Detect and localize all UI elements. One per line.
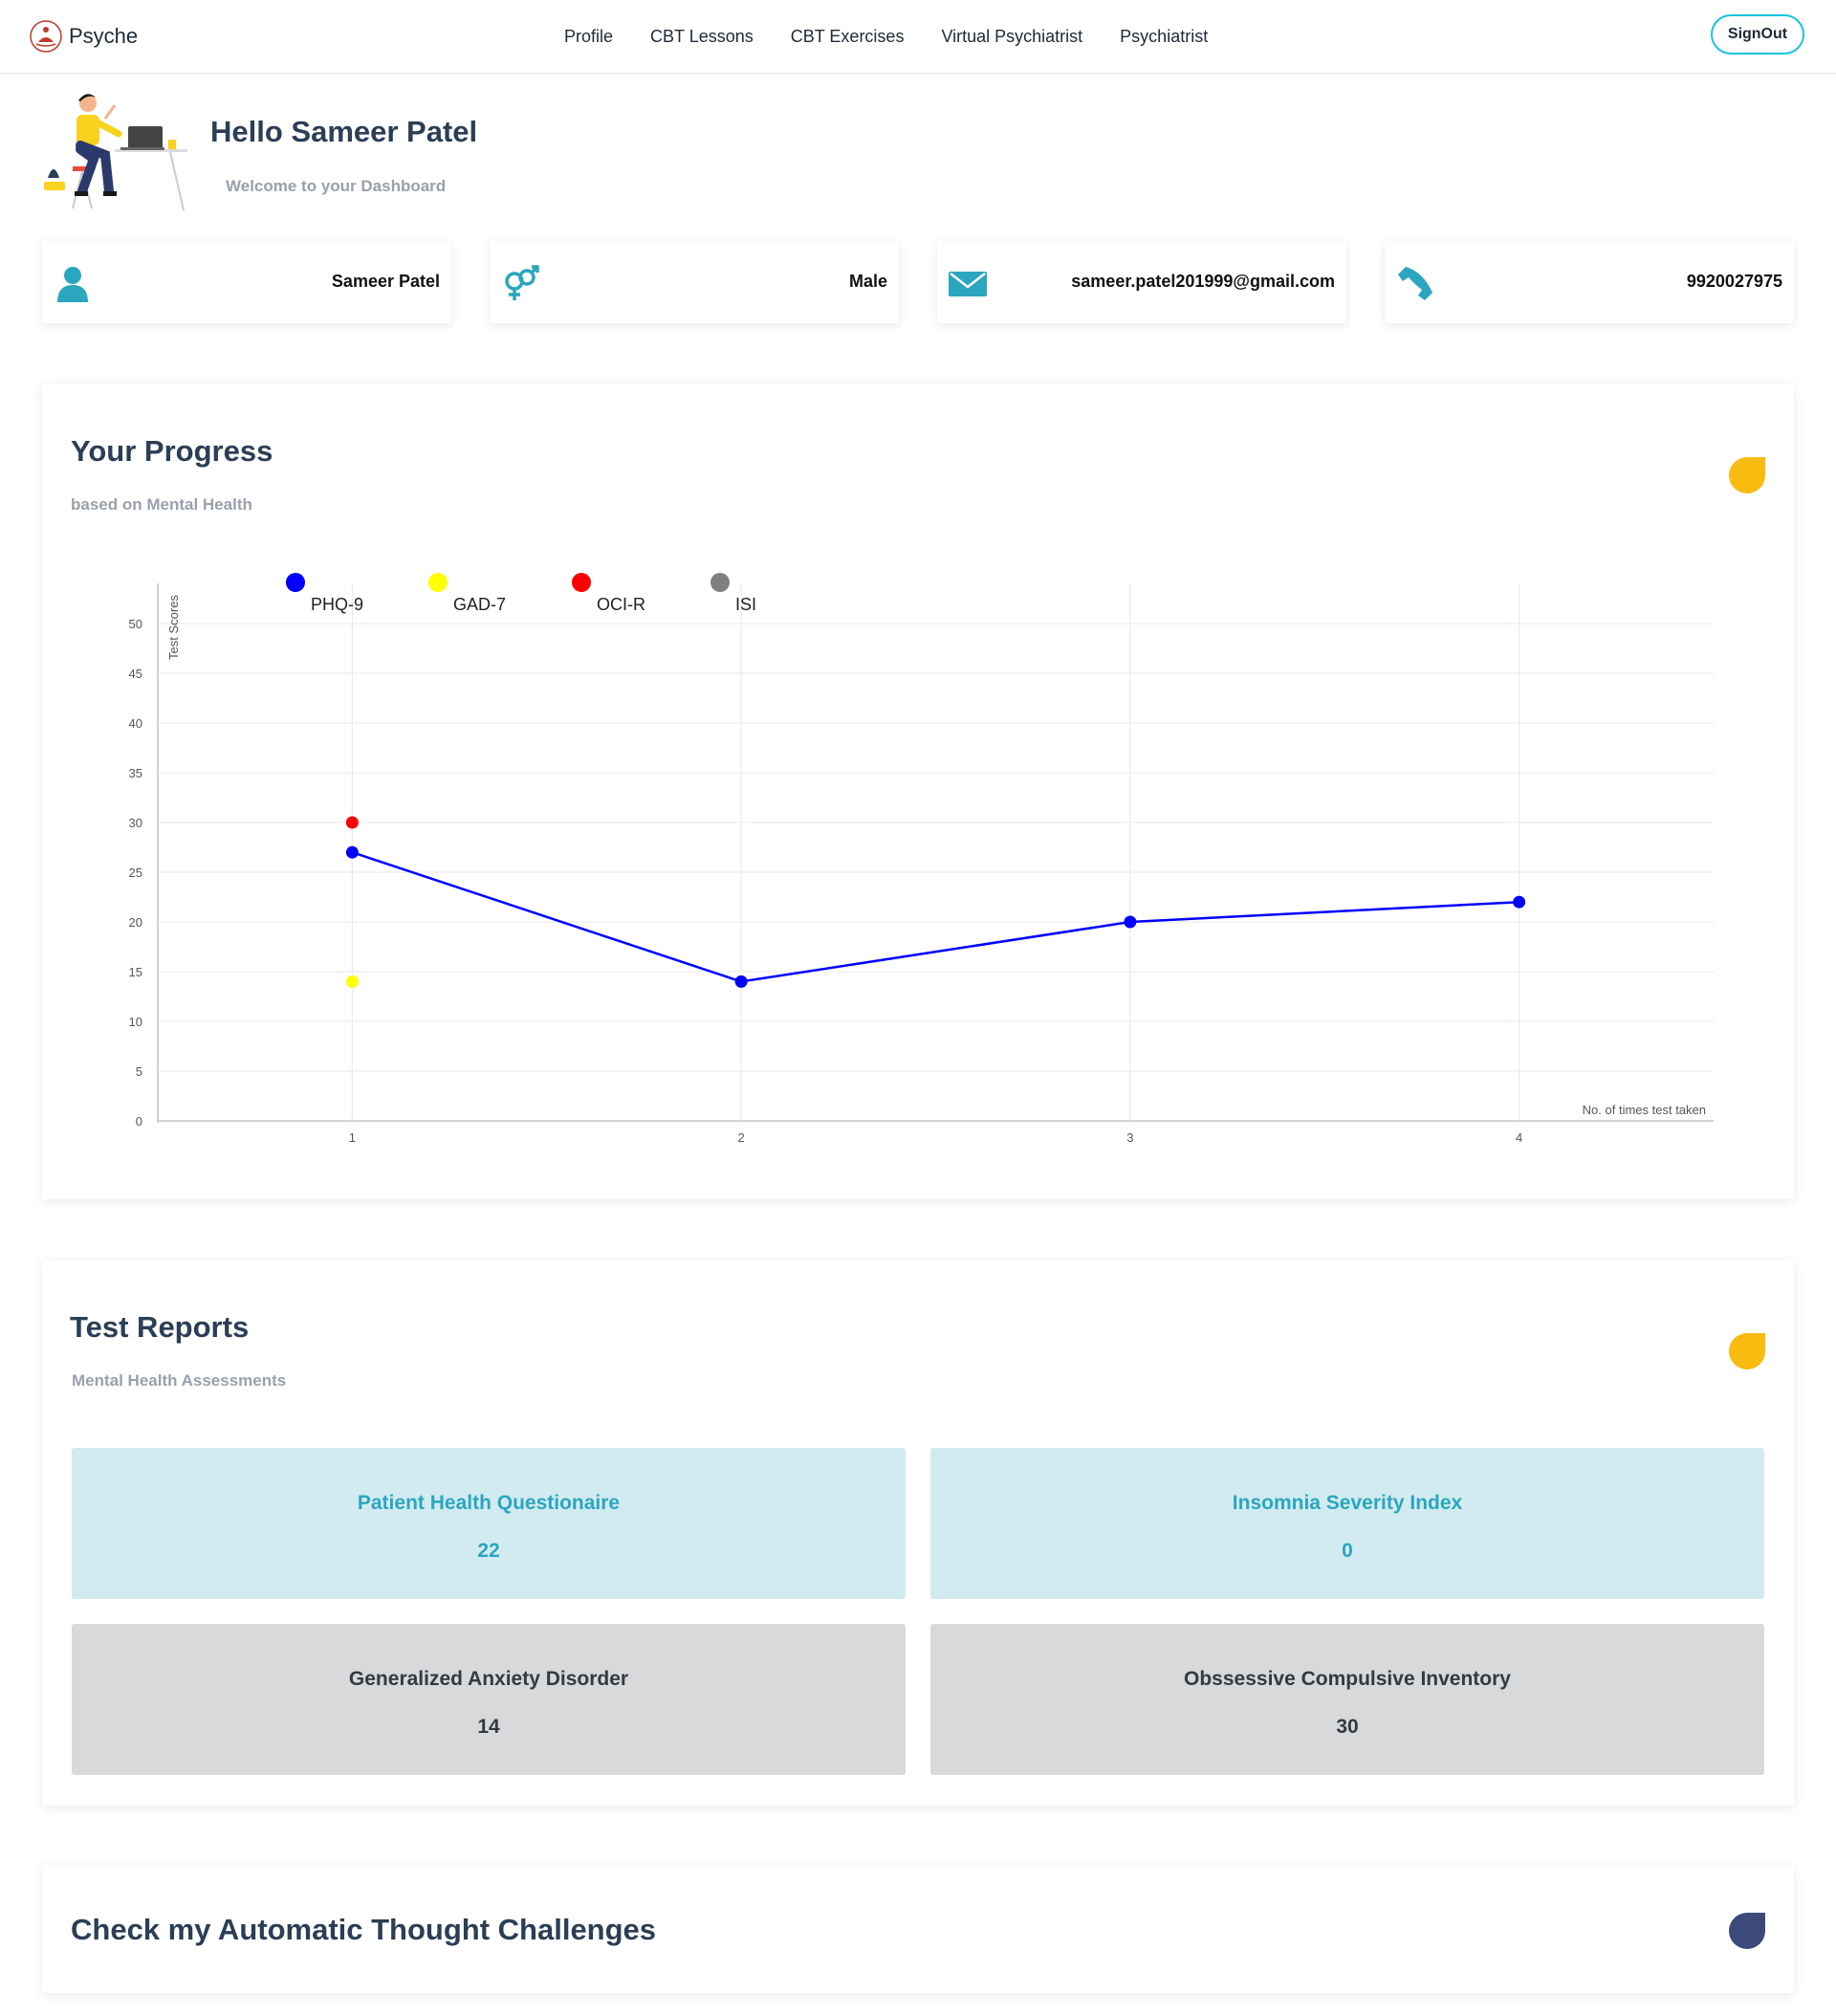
y-tick-label: 20 [129,915,142,930]
report-tile-gad[interactable]: Generalized Anxiety Disorder 14 [72,1624,906,1775]
nav-link-psychiatrist[interactable]: Psychiatrist [1120,27,1208,47]
brand-logo-icon [30,20,62,53]
x-tick-label: 2 [738,1130,745,1145]
y-axis-label: Test Scores [166,595,181,660]
gender-icon [505,265,539,300]
phone-icon [1398,267,1432,300]
info-gender-value: Male [848,272,887,291]
y-tick-label: 35 [129,766,142,780]
report-tile-name: Obssessive Compulsive Inventory [1184,1668,1511,1690]
x-tick-label: 4 [1516,1130,1522,1145]
nav-links: Profile CBT Lessons CBT Exercises Virtua… [564,0,1245,73]
x-axis-label: No. of times test taken [1583,1103,1706,1117]
data-point-phq-9 [734,975,748,988]
legend-label-oci-r: OCI-R [597,595,645,614]
data-point-phq-9 [1124,915,1137,929]
nav-link-cbt-lessons[interactable]: CBT Lessons [650,27,754,47]
y-tick-label: 15 [129,965,142,979]
report-tile-isi[interactable]: Insomnia Severity Index 0 [930,1448,1764,1599]
report-tile-oci[interactable]: Obssessive Compulsive Inventory 30 [930,1624,1764,1775]
y-tick-label: 5 [136,1064,142,1079]
reports-badge-icon [1729,1333,1765,1370]
greeting-heading: Hello Sameer Patel [210,115,478,148]
thoughts-badge-icon [1729,1913,1765,1949]
welcome-subtitle: Welcome to your Dashboard [226,177,447,195]
info-card-name: Sameer Patel [42,241,451,323]
report-tile-value: 14 [477,1716,500,1738]
report-tile-value: 22 [477,1540,500,1562]
signout-button[interactable]: SignOut [1711,14,1804,55]
legend-marker-gad-7 [428,573,448,592]
info-card-gender: Male [490,241,899,323]
report-tile-value: 0 [1342,1540,1353,1562]
info-phone-value: 9920027975 [1686,272,1782,291]
report-tile-value: 30 [1336,1716,1359,1738]
report-tile-name: Patient Health Questionaire [357,1492,621,1514]
data-point-phq-9 [1513,895,1526,909]
info-email-value: sameer.patel201999@gmail.com [1071,272,1335,291]
navbar: Psyche Profile CBT Lessons CBT Exercises… [0,0,1836,74]
y-tick-label: 30 [129,816,142,830]
info-card-email: sameer.patel201999@gmail.com [937,241,1346,323]
legend-label-phq-9: PHQ-9 [311,595,363,614]
series-line-phq-9 [351,851,1519,983]
progress-panel: Your Progress based on Mental Health 051… [42,384,1794,1199]
info-name-value: Sameer Patel [331,272,440,291]
thoughts-title: Check my Automatic Thought Challenges [71,1913,657,1946]
legend-marker-isi [710,573,730,592]
user-icon [57,267,88,302]
envelope-icon [949,272,987,296]
y-tick-label: 50 [129,617,142,631]
y-tick-label: 25 [129,866,142,880]
person-at-desk-illustration [44,94,187,211]
brand[interactable]: Psyche [29,17,138,55]
report-tile-name: Generalized Anxiety Disorder [348,1668,629,1690]
y-tick-label: 45 [129,667,142,681]
brand-name: Psyche [69,24,139,48]
legend-label-gad-7: GAD-7 [453,595,506,614]
y-tick-label: 0 [136,1114,142,1129]
y-tick-label: 10 [129,1015,142,1029]
x-tick-label: 1 [349,1130,356,1145]
legend-marker-oci-r [572,573,591,592]
reports-panel: Test Reports Mental Health Assessments P… [42,1260,1794,1806]
reports-subtitle: Mental Health Assessments [72,1371,287,1390]
legend-marker-phq-9 [286,573,305,592]
nav-link-virtual-psychiatrist[interactable]: Virtual Psychiatrist [941,27,1082,47]
legend-label-isi: ISI [735,595,756,614]
y-tick-label: 40 [129,716,142,731]
data-point-phq-9 [345,845,359,859]
data-point-gad-7 [345,975,359,988]
thoughts-panel[interactable]: Check my Automatic Thought Challenges [42,1865,1794,1993]
reports-title: Test Reports [70,1310,250,1344]
progress-chart: 0 5 10 15 20 25 30 35 40 45 50 1 2 3 4 Test Scores No. o… [129,573,1714,1145]
nav-link-profile[interactable]: Profile [564,27,613,47]
report-tile-name: Insomnia Severity Index [1232,1492,1463,1514]
report-tile-phq[interactable]: Patient Health Questionaire 22 [72,1448,906,1599]
data-point-oci-r [345,816,359,829]
x-tick-label: 3 [1126,1130,1133,1145]
nav-link-cbt-exercises[interactable]: CBT Exercises [791,27,905,47]
info-card-phone: 9920027975 [1385,241,1794,323]
